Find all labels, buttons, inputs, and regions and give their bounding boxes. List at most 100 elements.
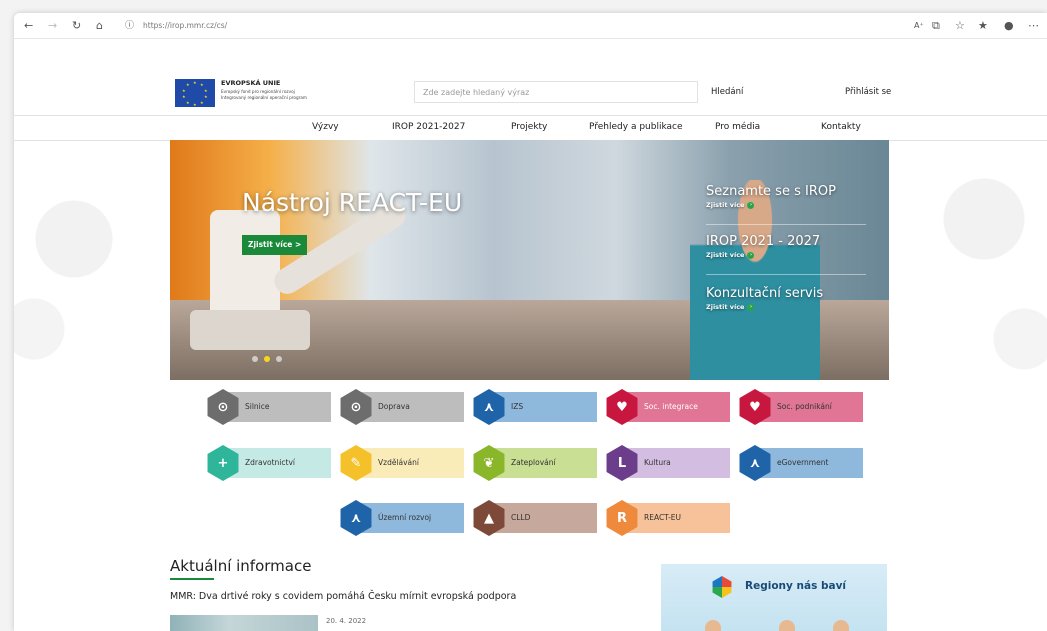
promo-figure bbox=[779, 620, 795, 631]
category-label: Soc. integrace bbox=[644, 402, 698, 411]
refresh-icon[interactable]: ↻ bbox=[72, 18, 81, 34]
nav-item-irop-2021-2027[interactable]: IROP 2021-2027 bbox=[392, 122, 465, 132]
category-tile[interactable]: R REACT-EU bbox=[604, 500, 730, 536]
category-glyph-icon: ⋏ bbox=[350, 510, 362, 526]
hero-side-divider bbox=[706, 274, 866, 275]
nav-item-prehledy[interactable]: Přehledy a publikace bbox=[589, 122, 683, 132]
eu-flag-logo[interactable]: ★ ★ ★ ★ ★ ★ ★ ★ ★ ★ bbox=[175, 79, 215, 107]
category-label: REACT-EU bbox=[644, 513, 682, 522]
category-glyph-icon: ✎ bbox=[350, 455, 362, 471]
category-glyph-icon: + bbox=[217, 455, 229, 471]
category-glyph-icon: ♥ bbox=[749, 399, 761, 415]
news-title-underline bbox=[170, 578, 214, 580]
category-tile[interactable]: ⊙ Silnice bbox=[205, 389, 331, 425]
category-glyph-icon: ⋏ bbox=[749, 455, 761, 471]
browser-window: ← → ↻ ⌂ ⓘ https://irop.mmr.cz/cs/ A⁺ ⧉ ☆… bbox=[14, 13, 1047, 631]
carousel-dot[interactable] bbox=[276, 356, 282, 362]
category-label: Vzdělávání bbox=[378, 458, 419, 467]
category-tile[interactable]: ⋏ IZS bbox=[471, 389, 597, 425]
favorites-icon[interactable]: ★ bbox=[978, 18, 988, 34]
category-glyph-icon: ⊙ bbox=[350, 399, 362, 415]
hero-side-title: Konzultační servis bbox=[706, 286, 824, 301]
category-tile[interactable]: L Kultura bbox=[604, 445, 730, 481]
category-label: Zateplování bbox=[511, 458, 556, 467]
chevron-right-icon: › bbox=[747, 303, 755, 311]
carousel-dot[interactable] bbox=[264, 356, 270, 362]
category-tile[interactable]: ♥ Soc. integrace bbox=[604, 389, 730, 425]
hero-side-title: Seznamte se s IROP bbox=[706, 184, 836, 199]
category-label: Soc. podnikání bbox=[777, 402, 832, 411]
search-button[interactable]: Hledání bbox=[711, 87, 743, 97]
page-content: ★ ★ ★ ★ ★ ★ ★ ★ ★ ★ EVROPSKÁ UNIE Evropský fo… bbox=[14, 39, 1047, 631]
nav-item-kontakty[interactable]: Kontakty bbox=[821, 122, 861, 132]
category-glyph-icon: ⋏ bbox=[483, 399, 495, 415]
category-tile[interactable]: ✎ Vzdělávání bbox=[338, 445, 464, 481]
category-label: Doprava bbox=[378, 402, 410, 411]
news-date: 20. 4. 2022 bbox=[326, 617, 367, 625]
hero-side-more[interactable]: Zjistit více › bbox=[706, 251, 866, 259]
promo-banner[interactable]: Regiony nás baví bbox=[661, 564, 887, 631]
category-tile[interactable]: + Zdravotnictví bbox=[205, 445, 331, 481]
eu-logo-program: Integrovaný regionální operační program bbox=[221, 95, 307, 100]
hero-side-title: IROP 2021 - 2027 bbox=[706, 234, 821, 249]
nav-item-projekty[interactable]: Projekty bbox=[511, 122, 547, 132]
category-label: Zdravotnictví bbox=[245, 458, 295, 467]
tab-icon[interactable]: ⧉ bbox=[932, 18, 940, 34]
back-icon[interactable]: ← bbox=[24, 18, 33, 34]
hero-carousel[interactable]: Nástroj REACT-EU Zjistit více > Seznamte… bbox=[170, 140, 889, 380]
category-glyph-icon: R bbox=[616, 510, 627, 526]
login-link[interactable]: Přihlásit se bbox=[845, 87, 891, 97]
hero-side-item-irop[interactable]: Seznamte se s IROP Zjistit více › bbox=[706, 184, 866, 209]
profile-icon[interactable]: ● bbox=[1004, 18, 1014, 34]
category-glyph-icon: ❦ bbox=[483, 455, 495, 471]
forward-icon[interactable]: → bbox=[48, 18, 57, 34]
category-tile[interactable]: ❦ Zateplování bbox=[471, 445, 597, 481]
nav-item-vyzvy[interactable]: Výzvy bbox=[312, 122, 339, 132]
news-headline-link[interactable]: MMR: Dva drtivé roky s covidem pomáhá Če… bbox=[170, 591, 516, 602]
browser-toolbar: ← → ↻ ⌂ ⓘ https://irop.mmr.cz/cs/ A⁺ ⧉ ☆… bbox=[14, 13, 1047, 39]
regions-logo-icon bbox=[712, 576, 732, 598]
news-thumbnail[interactable] bbox=[170, 615, 318, 631]
category-glyph-icon: ▲ bbox=[484, 510, 494, 526]
eu-logo-title: EVROPSKÁ UNIE bbox=[221, 79, 281, 87]
promo-title: Regiony nás baví bbox=[745, 580, 847, 592]
hero-title: Nástroj REACT-EU bbox=[242, 188, 463, 217]
category-glyph-icon: L bbox=[617, 455, 627, 471]
news-section-title: Aktuální informace bbox=[170, 557, 312, 575]
category-label: Silnice bbox=[245, 402, 270, 411]
category-glyph-icon: ♥ bbox=[616, 399, 628, 415]
hero-person-image bbox=[690, 180, 820, 380]
search-input[interactable] bbox=[414, 81, 698, 103]
hero-side-divider bbox=[706, 224, 866, 225]
category-tile[interactable]: ▲ CLLD bbox=[471, 500, 597, 536]
chevron-right-icon: › bbox=[747, 251, 755, 259]
main-nav: Výzvy IROP 2021-2027 Projekty Přehledy a… bbox=[14, 115, 1047, 141]
read-aloud-icon[interactable]: A⁺ bbox=[914, 18, 924, 34]
carousel-dots bbox=[252, 356, 282, 362]
category-label: CLLD bbox=[511, 513, 531, 522]
category-tile[interactable]: ⋏ Územní rozvoj bbox=[338, 500, 464, 536]
address-bar[interactable]: https://irop.mmr.cz/cs/ bbox=[143, 19, 227, 33]
hero-side-item-konzultace[interactable]: Konzultační servis Zjistit více › bbox=[706, 286, 866, 311]
carousel-dot[interactable] bbox=[252, 356, 258, 362]
category-tile[interactable]: ♥ Soc. podnikání bbox=[737, 389, 863, 425]
hero-side-more[interactable]: Zjistit více › bbox=[706, 303, 866, 311]
hero-side-more[interactable]: Zjistit více › bbox=[706, 201, 866, 209]
category-tile[interactable]: ⋏ eGovernment bbox=[737, 445, 863, 481]
hero-side-item-irop-2021[interactable]: IROP 2021 - 2027 Zjistit více › bbox=[706, 234, 866, 259]
home-icon[interactable]: ⌂ bbox=[96, 18, 103, 34]
split-icon[interactable]: ☆ bbox=[955, 18, 965, 34]
category-glyph-icon: ⊙ bbox=[217, 399, 229, 415]
hero-microscope-base bbox=[190, 310, 310, 350]
category-label: IZS bbox=[511, 402, 524, 411]
more-icon[interactable]: ⋯ bbox=[1028, 18, 1039, 34]
category-label: eGovernment bbox=[777, 458, 829, 467]
category-label: Kultura bbox=[644, 458, 671, 467]
info-icon[interactable]: ⓘ bbox=[125, 18, 134, 34]
promo-figure bbox=[705, 620, 721, 631]
eu-logo-subtitle: Evropský fond pro regionální rozvoj bbox=[221, 89, 295, 94]
category-tile[interactable]: ⊙ Doprava bbox=[338, 389, 464, 425]
hero-more-button[interactable]: Zjistit více > bbox=[242, 235, 308, 255]
category-label: Územní rozvoj bbox=[378, 513, 432, 522]
nav-item-pro-media[interactable]: Pro média bbox=[715, 122, 760, 132]
